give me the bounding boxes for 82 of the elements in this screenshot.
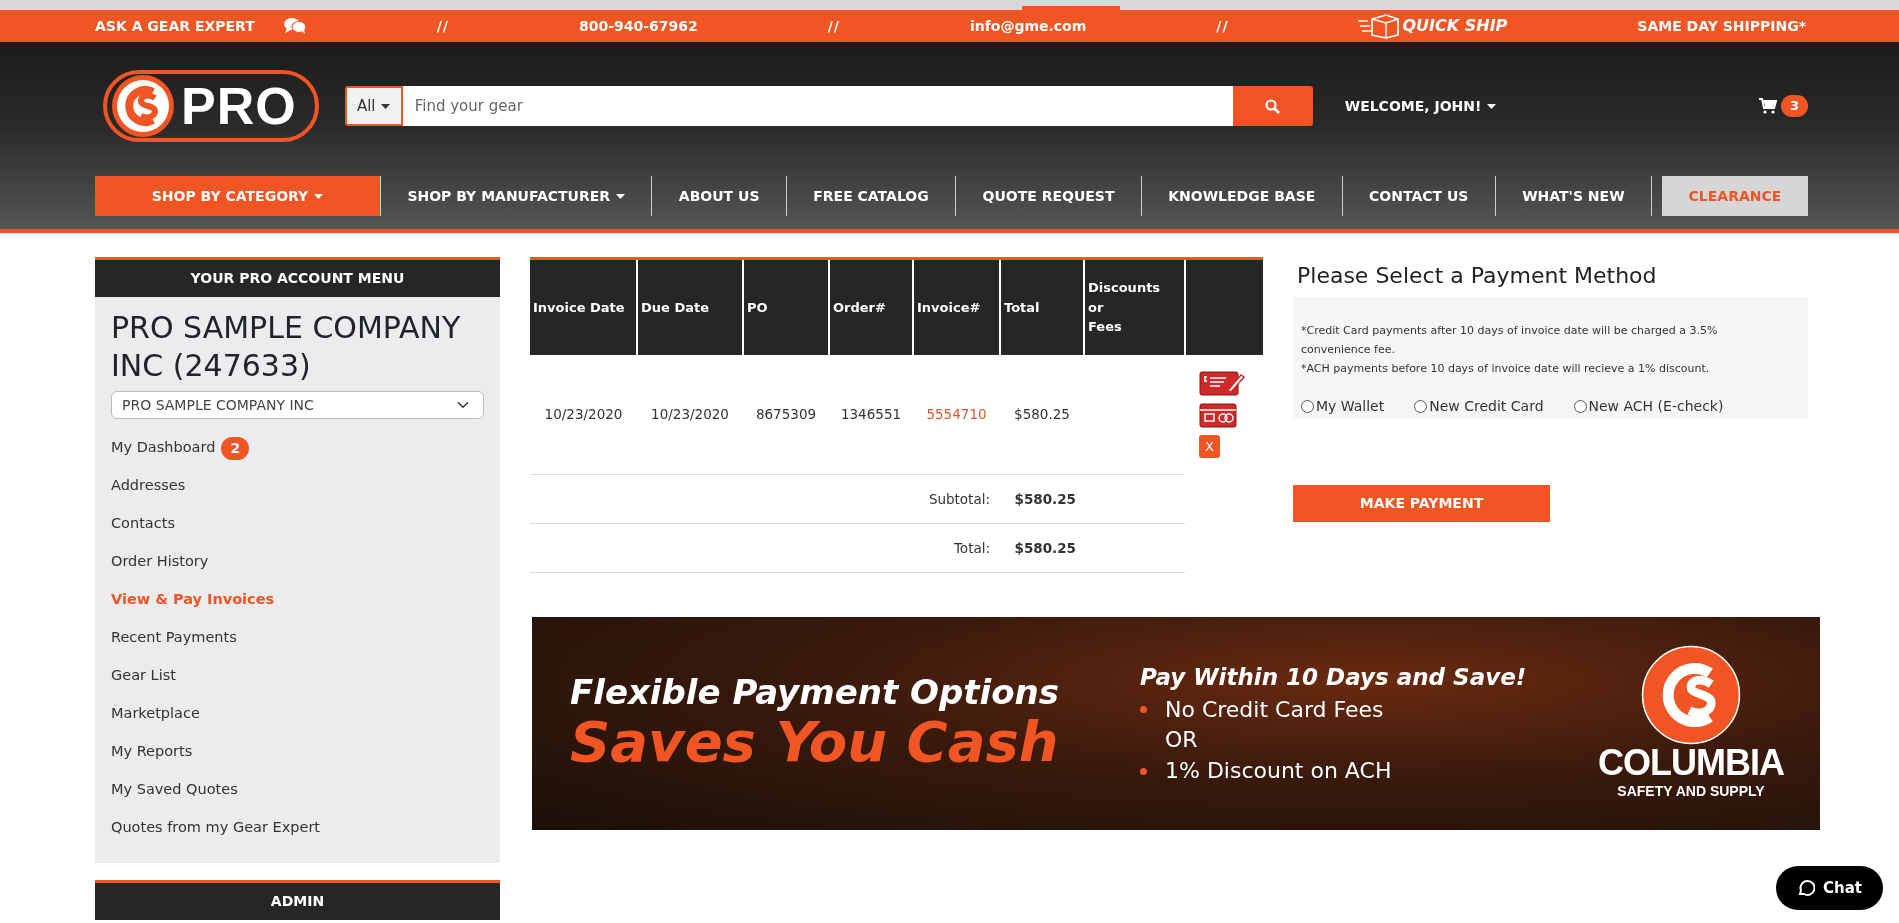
chat-button[interactable]: Chat — [1776, 866, 1883, 910]
menu-header: YOUR PRO ACCOUNT MENU — [95, 257, 500, 297]
banner-offer-text: 1% Discount on ACH — [1165, 757, 1392, 786]
column-header: Total — [1000, 258, 1084, 355]
bullet-icon — [1140, 768, 1147, 776]
nav-link[interactable]: QUOTE REQUEST — [956, 176, 1141, 216]
bullet-icon — [1140, 706, 1147, 714]
search-icon — [1265, 98, 1281, 114]
menu-item[interactable]: Gear List — [111, 665, 176, 687]
separator-text: // — [827, 16, 840, 36]
search-field[interactable]: Find your gear — [402, 86, 1233, 126]
separator-text: // — [1216, 16, 1229, 36]
menu-item[interactable]: Quotes from my Gear Expert — [111, 817, 321, 839]
column-header: Order# — [829, 258, 913, 355]
column-header: Invoice Date — [530, 258, 637, 355]
menu-item[interactable]: My Reports — [111, 741, 193, 763]
summary-label: Total: — [953, 539, 990, 556]
radio-label[interactable]: New ACH (E-check) — [1588, 396, 1724, 418]
category-dropdown[interactable]: All — [344, 86, 403, 126]
brand-logo-icon — [1641, 645, 1741, 745]
logo-mark-icon — [111, 74, 175, 138]
summary-label: Subtotal: — [928, 490, 990, 507]
nav-link[interactable]: KNOWLEDGE BASE — [1141, 176, 1342, 216]
chat-icon — [1797, 879, 1815, 897]
radio-button[interactable] — [1414, 400, 1428, 414]
brand-tagline: SAFETY AND SUPPLY — [1617, 782, 1765, 801]
caret-icon — [381, 103, 391, 109]
notification-badge: 2 — [221, 436, 250, 460]
brand-name: COLUMBIA — [1598, 745, 1784, 781]
top-bar-text: 800-940-67962 — [578, 16, 698, 36]
banner-headline: Flexible Payment Options — [570, 674, 1060, 712]
column-header: Due Date — [637, 258, 743, 355]
table-cell: 8675309 — [755, 406, 817, 423]
table-cell: 1346551 — [840, 406, 902, 423]
menu-item[interactable]: Recent Payments — [111, 627, 237, 649]
column-header: Discounts or Fees — [1084, 258, 1185, 355]
cart-count: 3 — [1780, 95, 1808, 117]
table-cell: 10/23/2020 — [544, 406, 623, 423]
banner-slogan: Saves You Cash — [570, 711, 1060, 773]
menu-item[interactable]: Order History — [111, 551, 209, 573]
menu-item[interactable]: Addresses — [111, 475, 186, 497]
summary-value: $580.25 — [1014, 539, 1076, 556]
nav-link[interactable]: CONTACT US — [1342, 176, 1495, 216]
company-name: PRO SAMPLE COMPANY INC (247633) — [111, 309, 462, 385]
menu-item[interactable]: My Dashboard — [111, 437, 216, 459]
account-menu[interactable]: WELCOME, JOHN! — [1344, 95, 1497, 117]
banner-offer-text: OR — [1165, 726, 1198, 755]
top-bar-text: info@gme.com — [969, 16, 1087, 36]
table-cell: $580.25 — [1014, 406, 1070, 423]
invoice-link[interactable]: 5554710 — [926, 406, 987, 423]
radio-label[interactable]: My Wallet — [1316, 396, 1385, 418]
company-select[interactable]: PRO SAMPLE COMPANY INC — [111, 391, 484, 419]
column-header: Invoice# — [913, 258, 1000, 355]
nav-link[interactable]: ABOUT US — [652, 176, 786, 216]
check-payment-icon[interactable] — [1199, 368, 1245, 397]
summary-value: $580.25 — [1014, 490, 1076, 507]
chat-bubbles-icon[interactable] — [282, 17, 307, 35]
separator-text: // — [436, 16, 449, 36]
logo[interactable]: PRO — [103, 70, 319, 142]
banner-offer-title: Pay Within 10 Days and Save! — [1140, 663, 1527, 693]
search-button[interactable] — [1232, 86, 1313, 126]
nav-link[interactable]: FREE CATALOG — [786, 176, 956, 216]
caret-icon — [1487, 103, 1497, 109]
section-title: Please Select a Payment Method — [1297, 263, 1658, 290]
table-cell: 10/23/2020 — [651, 406, 729, 423]
nav-link[interactable]: SHOP BY MANUFACTURER — [381, 176, 652, 216]
banner-offer-text: No Credit Card Fees — [1165, 695, 1384, 724]
note-text: *ACH payments before 10 days of invoice date will recieve a 1% discount. — [1301, 361, 1711, 378]
credit-card-icon[interactable] — [1199, 402, 1239, 429]
radio-label[interactable]: New Credit Card — [1429, 396, 1544, 418]
menu-item[interactable]: Marketplace — [111, 703, 200, 725]
column-header: PO — [743, 258, 829, 355]
radio-button[interactable] — [1573, 400, 1587, 414]
menu-item[interactable]: Contacts — [111, 513, 175, 535]
top-bar-text: SAME DAY SHIPPING* — [1637, 16, 1806, 36]
radio-button[interactable] — [1301, 400, 1314, 414]
menu-item[interactable]: My Saved Quotes — [111, 779, 238, 801]
cart-icon[interactable] — [1758, 98, 1777, 114]
nav-link[interactable]: WHAT'S NEW — [1495, 176, 1651, 216]
note-text: *Credit Card payments after 10 days of invoice date will be charged a 3.5% convenience fee. — [1301, 323, 1719, 359]
quick-ship-text: QUICK SHIP — [1402, 15, 1508, 37]
menu-header: ADMIN — [95, 880, 500, 920]
